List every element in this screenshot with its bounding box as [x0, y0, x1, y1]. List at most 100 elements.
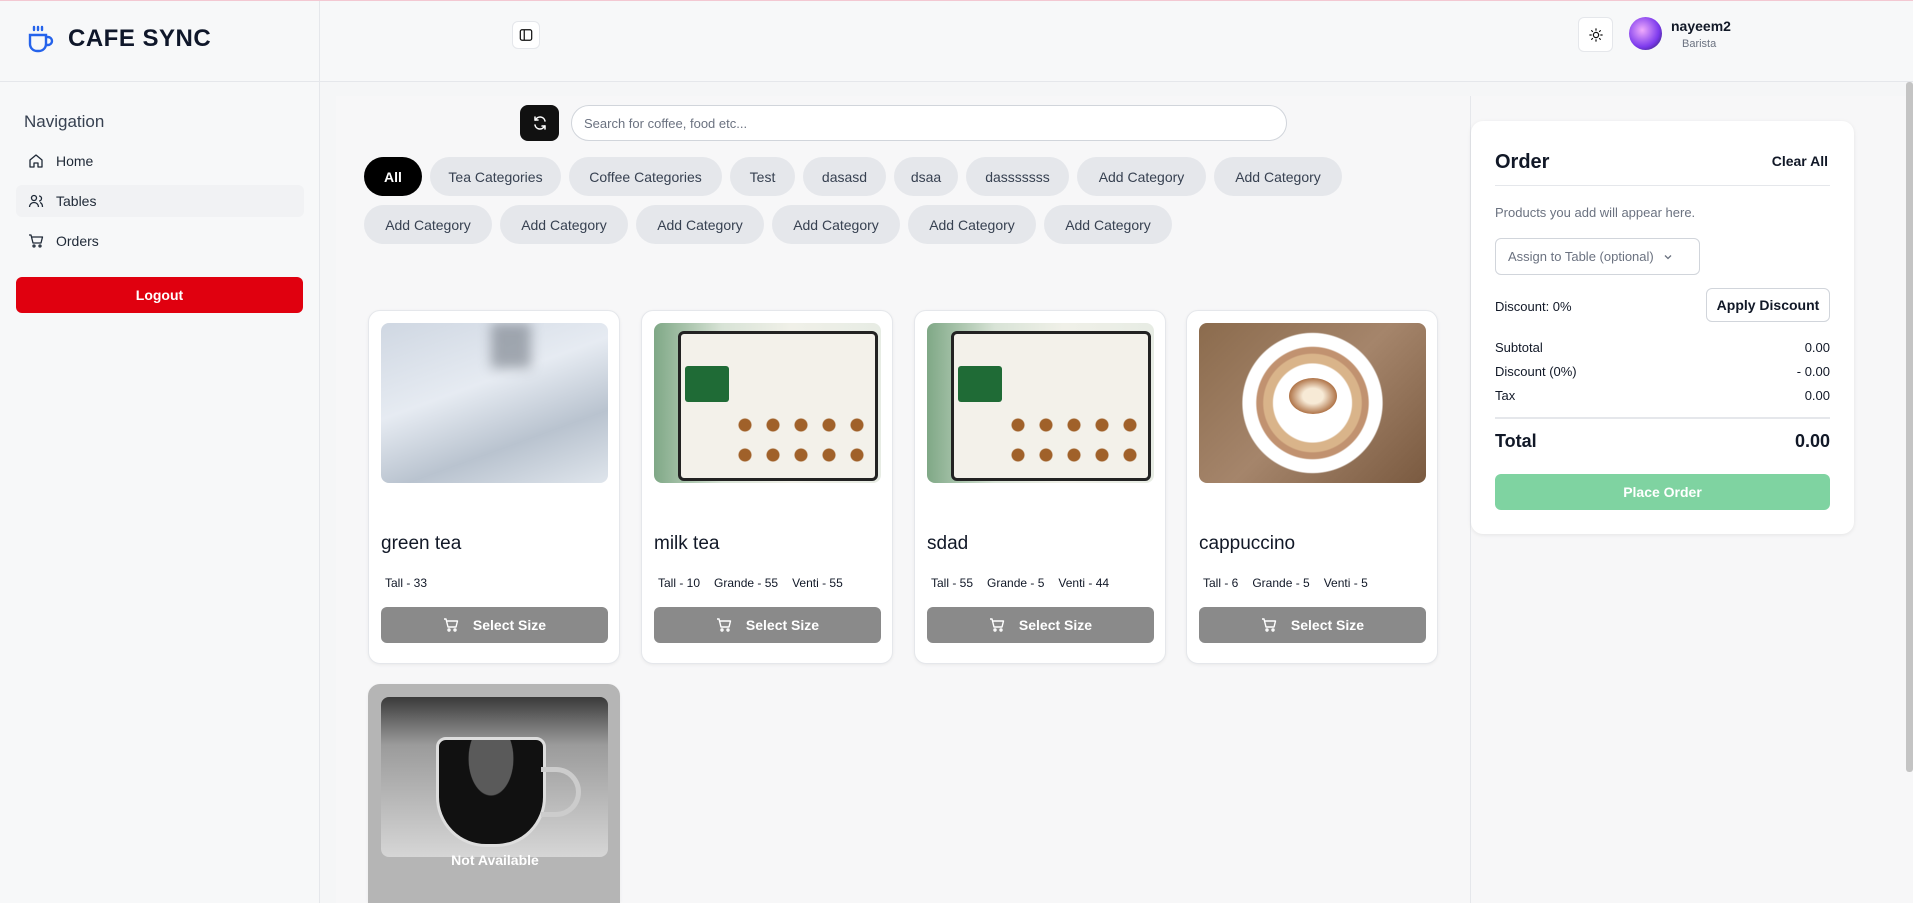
screenshot-preview	[678, 331, 878, 481]
not-available-label: Not Available	[451, 852, 539, 868]
search-input[interactable]	[571, 105, 1287, 141]
brand[interactable]: CAFE SYNC	[24, 23, 211, 55]
category-chip[interactable]: dasssssss	[966, 157, 1069, 196]
users-icon	[28, 194, 44, 208]
cart-icon	[989, 618, 1005, 632]
chevron-down-icon	[1664, 254, 1672, 259]
category-chip[interactable]: Add Category	[500, 205, 628, 244]
sidebar-item-orders[interactable]: Orders	[16, 225, 304, 257]
preview-items	[731, 410, 871, 470]
coffee-cup-icon	[28, 25, 54, 53]
category-chip[interactable]: Add Category	[636, 205, 764, 244]
subtotal-value: 0.00	[1804, 340, 1830, 355]
tax-value: 0.00	[1804, 388, 1830, 403]
discount-row-value: - 0.00	[1796, 364, 1830, 379]
category-chip[interactable]: Add Category	[1077, 157, 1206, 196]
size-label: Tall - 33	[385, 576, 428, 590]
mug-handle	[541, 767, 581, 817]
select-size-label: Select Size	[472, 617, 547, 633]
product-card-cappuccino[interactable]: cappuccino Tall - 6 Grande - 5 Venti - 5…	[1186, 310, 1438, 664]
product-sizes: Tall - 55 Grande - 5 Venti - 44	[931, 576, 1109, 590]
refresh-button[interactable]	[520, 105, 559, 141]
product-image	[927, 323, 1154, 483]
panel-left-icon	[519, 29, 533, 41]
clear-all-button[interactable]: Clear All	[1772, 153, 1828, 169]
order-empty-text: Products you add will appear here.	[1495, 205, 1696, 220]
category-chip[interactable]: Add Category	[364, 205, 492, 244]
product-name: cappuccino	[1199, 533, 1296, 554]
select-size-label: Select Size	[1018, 617, 1093, 633]
product-sizes: Tall - 33	[385, 576, 427, 590]
order-card: Order Clear All Products you add will ap…	[1471, 121, 1854, 534]
product-name: green tea	[381, 533, 462, 554]
size-label: Grande - 55	[714, 576, 779, 590]
sidebar: Navigation Home Tables Orders Logout	[0, 82, 320, 903]
preview-banner	[685, 366, 729, 402]
theme-toggle-button[interactable]	[1578, 17, 1613, 52]
divider	[1495, 417, 1830, 419]
select-size-label: Select Size	[745, 617, 820, 633]
sidebar-item-label: Home	[56, 153, 94, 169]
tax-row: Tax 0.00	[1495, 388, 1830, 403]
select-size-label: Select Size	[1290, 617, 1365, 633]
size-label: Venti - 5	[1323, 576, 1368, 590]
category-chip[interactable]: Add Category	[1214, 157, 1342, 196]
refresh-icon	[533, 116, 546, 130]
select-size-button[interactable]: Select Size	[927, 607, 1154, 643]
logout-button[interactable]: Logout	[16, 277, 303, 313]
size-label: Venti - 55	[792, 576, 843, 590]
category-chip[interactable]: Coffee Categories	[569, 157, 722, 196]
size-label: Grande - 5	[1252, 576, 1310, 590]
top-bar: CAFE SYNC nayeem2 Barista	[0, 0, 1913, 83]
sidebar-item-tables[interactable]: Tables	[16, 185, 304, 217]
select-size-button[interactable]: Select Size	[654, 607, 881, 643]
tax-label: Tax	[1495, 388, 1516, 403]
user-name: nayeem2	[1671, 18, 1731, 34]
sidebar-toggle-button[interactable]	[512, 21, 540, 49]
cart-icon	[29, 234, 44, 248]
product-card-sdad[interactable]: sdad Tall - 55 Grande - 5 Venti - 44 Sel…	[914, 310, 1166, 664]
subtotal-row: Subtotal 0.00	[1495, 340, 1830, 355]
product-sizes: Tall - 6 Grande - 5 Venti - 5	[1203, 576, 1368, 590]
select-size-button[interactable]: Select Size	[381, 607, 608, 643]
select-size-button[interactable]: Select Size	[1199, 607, 1426, 643]
preview-items	[1004, 410, 1144, 470]
category-chip[interactable]: Add Category	[908, 205, 1036, 244]
category-chip[interactable]: dsaa	[894, 157, 958, 196]
apply-discount-button[interactable]: Apply Discount	[1706, 288, 1830, 322]
category-chip[interactable]: Add Category	[772, 205, 900, 244]
total-row: Total 0.00	[1495, 431, 1830, 452]
size-label: Tall - 55	[931, 576, 974, 590]
avatar[interactable]	[1629, 17, 1662, 50]
assign-table-select[interactable]: Assign to Table (optional)	[1495, 238, 1700, 275]
category-chip[interactable]: Tea Categories	[430, 157, 561, 196]
nav-title: Navigation	[24, 112, 105, 131]
product-card-green-tea[interactable]: green tea Tall - 33 Select Size	[368, 310, 620, 664]
sun-icon	[1588, 27, 1603, 42]
discount-row: Discount (0%) - 0.00	[1495, 364, 1830, 379]
sidebar-item-home[interactable]: Home	[16, 145, 304, 177]
product-image	[1199, 323, 1426, 483]
total-value: 0.00	[1794, 431, 1830, 451]
order-title: Order	[1495, 151, 1550, 173]
sidebar-item-label: Orders	[56, 233, 99, 249]
scrollbar[interactable]	[1906, 82, 1913, 772]
size-label: Venti - 44	[1058, 576, 1110, 590]
category-chip[interactable]: dasasd	[803, 157, 886, 196]
product-name: sdad	[927, 533, 969, 554]
category-chip[interactable]: Test	[730, 157, 795, 196]
place-order-button[interactable]: Place Order	[1495, 474, 1830, 510]
product-name: milk tea	[654, 533, 720, 554]
product-image	[381, 697, 608, 857]
product-image	[381, 323, 608, 483]
size-label: Tall - 6	[1203, 576, 1239, 590]
product-image	[654, 323, 881, 483]
category-chip[interactable]: Add Category	[1044, 205, 1172, 244]
category-chip-all[interactable]: All	[364, 157, 422, 196]
size-label: Grande - 5	[987, 576, 1045, 590]
cart-icon	[716, 618, 732, 632]
user-role: Barista	[1682, 38, 1717, 50]
size-label: Tall - 10	[658, 576, 701, 590]
sidebar-item-label: Tables	[56, 193, 97, 209]
product-card-milk-tea[interactable]: milk tea Tall - 10 Grande - 55 Venti - 5…	[641, 310, 893, 664]
